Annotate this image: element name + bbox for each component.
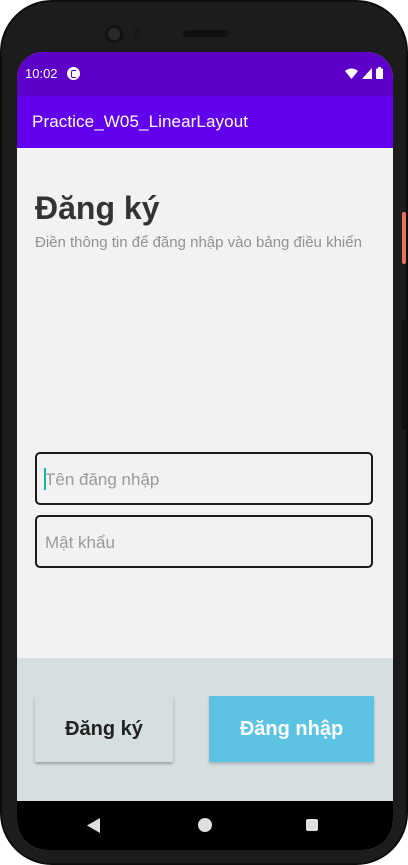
status-bar: 10:02 (17, 52, 393, 96)
navigation-bar (17, 801, 393, 850)
app-bar: Practice_W05_LinearLayout (17, 96, 393, 148)
power-button (402, 212, 406, 264)
earpiece-speaker (183, 30, 229, 37)
phone-frame: 10:02 Practice_W05_LinearLayout Đăng ký … (0, 0, 408, 865)
signal-icon (362, 67, 372, 79)
status-time: 10:02 (25, 66, 58, 81)
home-icon[interactable] (198, 818, 212, 832)
front-camera (105, 25, 123, 43)
camera-sensor (133, 28, 141, 40)
username-field[interactable]: Tên đăng nhập (35, 452, 373, 505)
form-area: Đăng ký Điền thông tin để đăng nhập vào … (17, 148, 393, 658)
password-field[interactable]: Mật khẩu (35, 515, 373, 568)
screen: 10:02 Practice_W05_LinearLayout Đăng ký … (17, 52, 393, 850)
action-panel: Đăng ký Đăng nhập (17, 658, 393, 801)
app-notification-icon (67, 67, 80, 80)
app-bar-title: Practice_W05_LinearLayout (32, 112, 249, 131)
username-placeholder: Tên đăng nhập (45, 470, 160, 489)
back-icon[interactable] (87, 818, 101, 833)
login-button[interactable]: Đăng nhập (209, 696, 374, 762)
recents-icon[interactable] (306, 819, 318, 831)
password-placeholder: Mật khẩu (45, 533, 115, 552)
page-subtitle: Điền thông tin để đăng nhập vào bảng điề… (35, 234, 362, 251)
page-title: Đăng ký (35, 190, 160, 226)
battery-icon (376, 67, 383, 79)
status-icons (345, 67, 383, 79)
wifi-icon (345, 68, 358, 79)
volume-button (401, 320, 406, 430)
register-button[interactable]: Đăng ký (35, 696, 173, 762)
